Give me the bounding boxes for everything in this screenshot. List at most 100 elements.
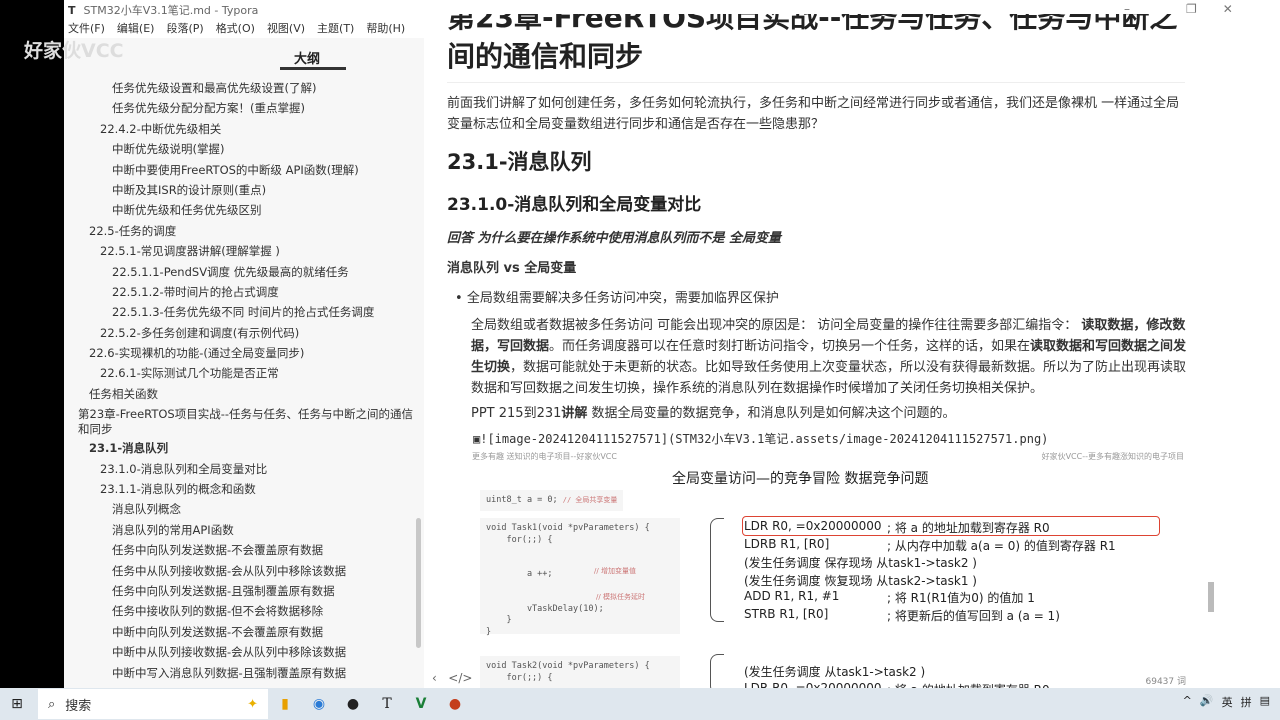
menu-paragraph[interactable]: 段落(P) xyxy=(166,20,203,38)
typora-icon[interactable]: T xyxy=(370,690,404,718)
taskbar-search[interactable]: ⌕ 搜索 ✦ xyxy=(38,689,268,719)
browser-icon[interactable]: ◉ xyxy=(302,690,336,718)
outline-item[interactable]: 消息队列的常用API函数 xyxy=(64,520,414,540)
outline-item[interactable]: 23.1.1-消息队列的概念和函数 xyxy=(64,479,414,499)
asm-instruction: (发生任务调度 从task1->task2 ) xyxy=(744,665,926,679)
outline-item[interactable]: 消息队列概念 xyxy=(64,499,414,519)
code-task2: void Task2(void *pvParameters) { for(;;)… xyxy=(480,656,680,688)
outline-item[interactable]: 中断中写入消息队列数据-且强制覆盖原有数据 xyxy=(64,663,414,683)
outline-item[interactable]: 中断中向队列发送数据-不会覆盖原有数据 xyxy=(64,622,414,642)
image-title: 全局变量访问—的竞争冒险 数据竞争问题 xyxy=(672,471,929,487)
app-icon: T xyxy=(68,3,76,17)
powerpoint-icon[interactable]: ● xyxy=(438,690,472,718)
brace xyxy=(710,654,724,688)
outline-item[interactable]: 中断中从队列接收数据-会从队列中移除该数据 xyxy=(64,642,414,662)
volume-icon[interactable]: 🔊 xyxy=(1200,694,1214,710)
copilot-icon: ✦ xyxy=(247,696,258,712)
chapter-heading: 第23章-FreeRTOS项目实战--任务与任务、任务与中断之 间的通信和同步 xyxy=(447,14,1187,74)
ppt-note: PPT 215到231讲解 数据全局变量的数据竞争，和消息队列是如何解决这个问题… xyxy=(471,403,956,424)
outline-item[interactable]: 任务中向队列发送数据-且强制覆盖原有数据 xyxy=(64,581,414,601)
bullet: • 全局数组需要解决多任务访问冲突，需要加临界区保护 xyxy=(455,291,779,306)
asm-line: (发生任务调度 从task1->task2 ) xyxy=(744,663,925,680)
menu-view[interactable]: 视图(V) xyxy=(267,20,305,38)
source-mode-button[interactable]: </> xyxy=(448,671,472,685)
obs-icon[interactable]: ● xyxy=(336,690,370,718)
search-icon: ⌕ xyxy=(48,696,56,712)
outline-item[interactable]: 22.6-实现裸机的功能-(通过全局变量同步) xyxy=(64,343,414,363)
outline-item[interactable]: 中断优先级说明(掌握) xyxy=(64,139,414,159)
back-button[interactable]: ‹ xyxy=(432,671,437,685)
outline-item[interactable]: 任务优先级设置和最高优先级设置(了解) xyxy=(64,78,414,98)
outline-item[interactable]: 22.4.2-中断优先级相关 xyxy=(64,119,414,139)
asm-instruction: (发生任务调度 保存现场 从task1->task2 ) xyxy=(744,556,977,570)
code-comment: // 全局共享变量 xyxy=(562,496,618,504)
outline-item[interactable]: 23.1.0-消息队列和全局变量对比 xyxy=(64,459,414,479)
brace xyxy=(710,518,724,622)
code-line: vTaskDelay(10); xyxy=(486,603,604,614)
footer-bar: ‹ </> xyxy=(432,668,472,689)
intro-paragraph: 前面我们讲解了如何创建任务，多任务如何轮流执行，多任务和中断之间经常进行同步或者… xyxy=(447,96,1180,132)
explanation-paragraph: 全局数组或者数据被多任务访问 可能会出现冲突的原因是： 访问全局变量的操作往往需… xyxy=(471,315,1187,399)
asm-comment: ; 将 a 的地址加载到寄存器 R0 xyxy=(887,681,1050,689)
image-watermark-right: 好家伙VCC--更多有趣涨知识的电子项目 xyxy=(1041,452,1184,461)
code-task1: void Task1(void *pvParameters) { for(;;)… xyxy=(480,518,680,637)
outline-item[interactable]: 任务中向队列发送数据-不会覆盖原有数据 xyxy=(64,540,414,560)
tab-outline[interactable]: 大纲 xyxy=(294,48,320,67)
notification-icon[interactable]: ▤ xyxy=(1260,694,1270,710)
outline-item[interactable]: 22.5.1-常见调度器讲解(理解掌握 ) xyxy=(64,241,414,261)
sidebar-scrollbar[interactable] xyxy=(416,518,421,648)
outline-item[interactable]: 任务优先级分配分配方案！(重点掌握) xyxy=(64,98,414,118)
image-watermark-left: 更多有趣 送知识的电子项目--好家伙VCC xyxy=(472,452,617,461)
menu-help[interactable]: 帮助(H) xyxy=(366,20,405,38)
tray-expand-icon[interactable]: ^ xyxy=(1183,694,1192,710)
asm-comment: ; 从内存中加载 a(a = 0) 的值到寄存器 R1 xyxy=(887,538,1116,553)
editor[interactable]: 第23章-FreeRTOS项目实战--任务与任务、任务与中断之 间的通信和同步 … xyxy=(447,0,1187,688)
minimize-button-visible[interactable]: – xyxy=(1124,2,1130,16)
outline-item[interactable]: 22.5.1.2-带时间片的抢占式调度 xyxy=(64,282,414,302)
heading-line-1: 第23章-FreeRTOS项目实战--任务与任务、任务与中断之 xyxy=(447,14,1178,34)
asm-instruction: ADD R1, R1, #1 xyxy=(744,589,840,603)
ppt-text: 数据全局变量的数据竞争，和消息队列是如何解决这个问题的。 xyxy=(587,406,956,421)
code-line: uint8_t a = 0; xyxy=(486,495,563,505)
outline-sidebar: 大纲 任务优先级设置和最高优先级设置(了解) 任务优先级分配分配方案！(重点掌握)… xyxy=(64,38,424,688)
outline-item[interactable]: 任务相关函数 xyxy=(64,384,414,404)
menu-format[interactable]: 格式(O) xyxy=(216,20,255,38)
text: ，数据可能就处于未更新的状态。比如导致任务使用上次变量状态，所以没有获得最新数据… xyxy=(471,360,1187,396)
outline-item[interactable]: 中断中要使用FreeRTOS的中断级 API函数(理解) xyxy=(64,160,414,180)
windows-start-icon[interactable]: ⊞ xyxy=(0,690,34,718)
code-line: for(;;) { xyxy=(486,672,553,683)
outline-item[interactable]: 22.5.1.3-任务优先级不同 时间片的抢占式任务调度 xyxy=(64,302,414,322)
outline-item[interactable]: 任务中接收队列的数据-但不会将数据移除 xyxy=(64,601,414,621)
word-count[interactable]: 69437 词 xyxy=(1146,674,1187,687)
editor-scrollbar[interactable] xyxy=(1208,582,1214,612)
outline-item[interactable]: 第23章-FreeRTOS项目实战--任务与任务、任务与中断之间的通信和同步 xyxy=(64,404,414,438)
restore-button[interactable]: ❐ xyxy=(1186,2,1197,16)
text: 。而任务调度器可以在任意时刻打断访问指令，切换另一个任务，这样的话，如果在 xyxy=(549,339,1031,354)
menu-theme[interactable]: 主题(T) xyxy=(317,20,354,38)
window-controls: – ❐ ✕ xyxy=(1186,0,1233,16)
ime-mode[interactable]: 拼 xyxy=(1241,694,1252,710)
file-explorer-icon[interactable]: ▮ xyxy=(268,690,302,718)
editor-icon[interactable]: V xyxy=(404,690,438,718)
outline-item[interactable]: 22.5.1.1-PendSV调度 优先级最高的就绪任务 xyxy=(64,262,414,282)
close-button[interactable]: ✕ xyxy=(1223,2,1233,16)
outline-item[interactable]: 23.1-消息队列 xyxy=(64,438,414,458)
code-line: for(;;) { xyxy=(486,534,553,545)
image-markdown[interactable]: ▣![image-20241204111527571](STM32小车V3.1笔… xyxy=(473,430,1048,447)
search-label: 搜索 xyxy=(65,698,92,714)
outline-item[interactable]: 22.5-任务的调度 xyxy=(64,221,414,241)
ime-lang[interactable]: 英 xyxy=(1222,694,1233,710)
outline-item[interactable]: 22.5.2-多任务创建和调度(有示例代码) xyxy=(64,323,414,343)
code-line: a ++; xyxy=(486,569,553,579)
outline-item[interactable]: 22.6.1-实际测试几个功能是否正常 xyxy=(64,363,414,383)
code-line: } xyxy=(486,615,512,625)
asm-line: (发生任务调度 恢复现场 从task2->task1 ) xyxy=(744,572,977,589)
outline-item[interactable]: 任务中从队列接收数据-会从队列中移除该数据 xyxy=(64,561,414,581)
outline-item[interactable]: 中断优先级和任务优先级区别 xyxy=(64,200,414,220)
image-markdown-text: ![image-20241204111527571](STM32小车V3.1笔记… xyxy=(480,432,1049,446)
outline-item[interactable]: 中断及其ISR的设计原则(重点) xyxy=(64,180,414,200)
asm-line: LDR R0, =0x20000000 ; 将 a 的地址加载到寄存器 R0 xyxy=(744,681,1050,689)
